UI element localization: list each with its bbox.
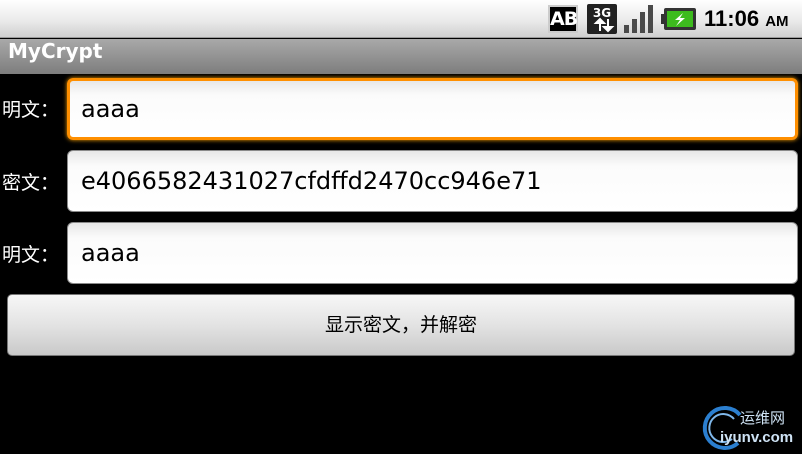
clock-time: 11:06	[704, 6, 760, 31]
status-bar: AB 3G 11:06 AM	[0, 0, 802, 38]
battery-charging-icon	[661, 8, 696, 30]
plaintext-label: 明文：	[2, 99, 60, 121]
ab-badge-icon: AB	[548, 5, 578, 33]
decrypted-field[interactable]: aaaa	[67, 222, 798, 284]
watermark-bottom-text: iyunv.com	[720, 429, 794, 446]
clock: 11:06 AM	[704, 4, 789, 34]
app-title-bar: MyCrypt	[0, 39, 802, 74]
watermark-top-text: 运维网	[740, 409, 786, 427]
decrypted-label: 明文：	[2, 244, 60, 266]
watermark: 运维网 iyunv.com	[700, 403, 802, 454]
svg-text:3G: 3G	[593, 6, 611, 20]
ciphertext-label: 密文：	[2, 172, 60, 194]
network-3g-icon: 3G	[587, 4, 617, 34]
clock-ampm: AM	[765, 13, 789, 30]
plaintext-input[interactable]: aaaa	[67, 78, 798, 140]
app-title: MyCrypt	[8, 39, 103, 63]
signal-strength-icon	[624, 5, 653, 33]
encrypt-decrypt-button[interactable]: 显示密文，并解密	[7, 294, 795, 356]
ciphertext-field[interactable]: e4066582431027cfdffd2470cc946e71	[67, 150, 798, 212]
